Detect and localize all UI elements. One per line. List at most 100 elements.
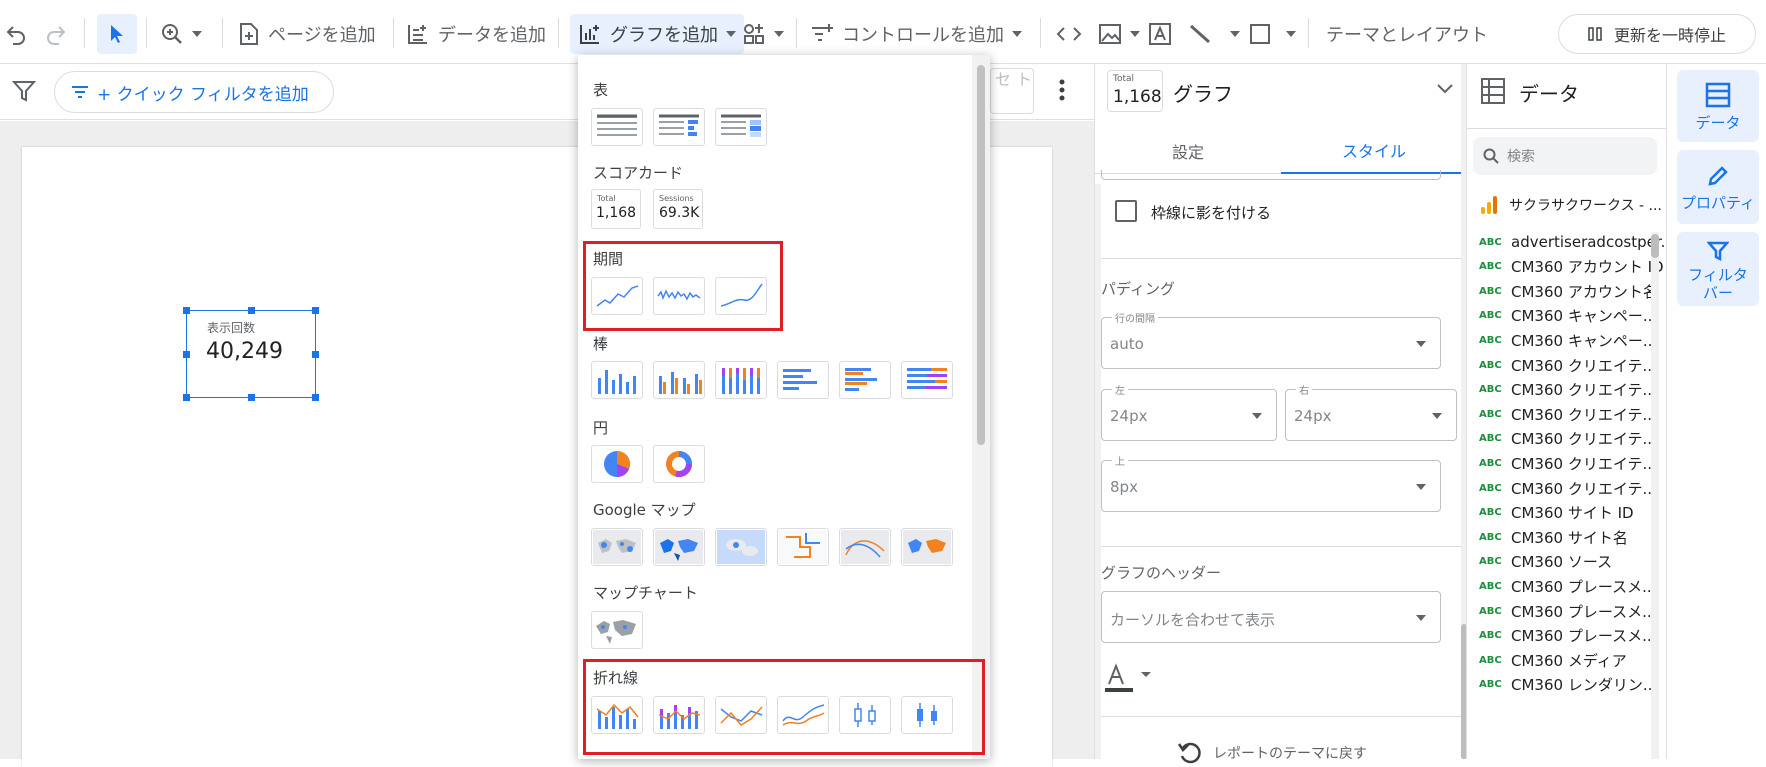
chart-option-donut[interactable] (653, 445, 705, 483)
field-search-input[interactable]: 検索 (1473, 137, 1657, 175)
chart-option-bubble-map[interactable] (591, 528, 643, 566)
chart-option-ohlc[interactable] (901, 696, 953, 734)
add-page-button[interactable]: ページを追加 (238, 14, 376, 54)
resize-handle[interactable] (312, 351, 319, 358)
pause-update-button[interactable]: 更新を一時停止 (1558, 14, 1756, 54)
field-item[interactable]: ABC CM360 レンダリン... (1479, 673, 1657, 697)
chart-option-geo-chart[interactable] (591, 611, 643, 649)
theme-layout-button[interactable]: テーマとレイアウト (1326, 14, 1488, 54)
resize-handle[interactable] (312, 307, 319, 314)
field-item[interactable]: ABC CM360 サイト名 (1479, 525, 1628, 549)
rail-properties-button[interactable]: プロパティ (1677, 150, 1759, 224)
field-item[interactable]: ABC CM360 キャンペー... (1479, 304, 1657, 328)
field-item[interactable]: ABC CM360 プレースメ... (1479, 599, 1656, 623)
reset-theme-button[interactable]: レポートのテーマに戻す (1177, 742, 1367, 764)
chart-option-candlestick[interactable] (839, 696, 891, 734)
chart-option-pie[interactable] (591, 445, 643, 483)
chart-option-route-map[interactable] (839, 528, 891, 566)
field-item[interactable]: ABC CM360 クリエイテ... (1479, 378, 1657, 402)
chart-option-stacked-bar[interactable] (901, 361, 953, 399)
field-item[interactable]: ABC CM360 クリエイテ... (1479, 353, 1657, 377)
chart-option-geo-map[interactable] (901, 528, 953, 566)
chevron-down-icon[interactable] (1437, 84, 1453, 94)
add-chart-button[interactable]: グラフを追加 (570, 14, 744, 54)
resize-handle[interactable] (183, 351, 190, 358)
chart-option-table[interactable] (591, 108, 643, 146)
reset-button[interactable]: セ ト (990, 68, 1034, 114)
quick-filter-button[interactable]: + クイック フィルタを追加 (54, 71, 334, 113)
undo-button[interactable] (4, 14, 28, 54)
chart-option-table-bars[interactable] (653, 108, 705, 146)
community-viz-button[interactable] (742, 14, 784, 54)
scorecard-chart[interactable]: 表示回数 40,249 (183, 307, 319, 401)
data-source[interactable]: サクラサクワークス - ... (1479, 195, 1662, 215)
chart-header-select[interactable]: カーソルを合わせて表示 (1101, 591, 1441, 643)
properties-scrollbar-track[interactable] (1095, 184, 1101, 759)
menu-scrollbar-thumb[interactable] (977, 65, 985, 445)
tab-style[interactable]: スタイル (1281, 128, 1467, 174)
shadow-checkbox[interactable] (1115, 200, 1137, 222)
tab-setup[interactable]: 設定 (1095, 128, 1281, 174)
chart-option-smooth-time-series[interactable] (715, 277, 767, 315)
resize-handle[interactable] (183, 394, 190, 401)
chart-type-badge[interactable]: Total 1,168 (1107, 70, 1163, 112)
field-item[interactable]: ABC advertiseradcostper... (1479, 230, 1675, 254)
field-item[interactable]: ABC CM360 クリエイテ... (1479, 451, 1657, 475)
chart-option-table-heatmap[interactable] (715, 108, 767, 146)
chart-option-grouped-bar[interactable] (839, 361, 891, 399)
field-item[interactable]: ABC CM360 プレースメ... (1479, 624, 1656, 648)
field-item[interactable]: ABC CM360 サイト ID (1479, 501, 1634, 525)
chart-option-filled-map[interactable] (653, 528, 705, 566)
chart-option-line-map[interactable] (777, 528, 829, 566)
chart-option-heatmap-map[interactable] (715, 528, 767, 566)
field-item[interactable]: ABC CM360 メディア (1479, 648, 1627, 672)
field-item[interactable]: ABC CM360 アカウント名 (1479, 279, 1658, 303)
more-vert-icon[interactable] (1058, 78, 1066, 102)
menu-scrollbar-track[interactable] (972, 55, 990, 759)
field-item[interactable]: ABC CM360 ソース (1479, 550, 1612, 574)
chart-option-grouped-column[interactable] (653, 361, 705, 399)
padding-left-select[interactable]: 左 24px (1101, 382, 1277, 441)
field-item[interactable]: ABC CM360 クリエイテ... (1479, 402, 1657, 426)
chart-option-stacked-column[interactable] (715, 361, 767, 399)
shape-button[interactable] (1248, 14, 1296, 54)
padding-right-select[interactable]: 右 24px (1285, 382, 1457, 441)
field-list-scrollbar-track[interactable] (1651, 232, 1659, 759)
field-item[interactable]: ABC CM360 クリエイテ... (1479, 427, 1657, 451)
chart-option-scorecard[interactable]: Total 1,168 (591, 189, 641, 229)
padding-top-select[interactable]: 上 8px (1101, 453, 1441, 512)
padding-section-title: パディング (1101, 280, 1175, 298)
field-item[interactable]: ABC CM360 クリエイテ... (1479, 476, 1657, 500)
chart-option-sparkline[interactable] (653, 277, 705, 315)
rail-data-button[interactable]: データ (1677, 70, 1759, 142)
field-item[interactable]: ABC CM360 プレースメ... (1479, 574, 1656, 598)
filter-icon[interactable] (12, 80, 36, 102)
line-spacing-select[interactable]: 行の間隔 auto (1101, 310, 1441, 369)
resize-handle[interactable] (312, 394, 319, 401)
embed-url-button[interactable] (1056, 14, 1082, 54)
chart-option-line[interactable] (715, 696, 767, 734)
select-tool-button[interactable] (97, 14, 137, 54)
resize-handle[interactable] (183, 307, 190, 314)
chart-option-scorecard-compact[interactable]: Sessions 69.3K (653, 189, 703, 229)
add-data-button[interactable]: データを追加 (406, 14, 546, 54)
resize-handle[interactable] (248, 307, 255, 314)
redo-button[interactable] (44, 14, 68, 54)
zoom-button[interactable] (160, 14, 202, 54)
text-button[interactable] (1148, 14, 1172, 54)
field-item[interactable]: ABC CM360 キャンペー... (1479, 328, 1657, 352)
chart-option-bar[interactable] (777, 361, 829, 399)
chart-option-time-series[interactable] (591, 277, 643, 315)
field-item[interactable]: ABC CM360 アカウント ID (1479, 255, 1664, 279)
chart-option-stacked-combo[interactable] (653, 696, 705, 734)
field-list-scrollbar-thumb[interactable] (1651, 234, 1659, 258)
font-color-button[interactable] (1103, 662, 1159, 694)
resize-handle[interactable] (248, 394, 255, 401)
chart-option-combo[interactable] (591, 696, 643, 734)
line-button[interactable] (1188, 14, 1240, 54)
rail-filter-bar-button[interactable]: フィルタバー (1677, 232, 1759, 306)
add-control-button[interactable]: コントロールを追加 (810, 14, 1022, 54)
chart-option-column[interactable] (591, 361, 643, 399)
chart-option-smooth-line[interactable] (777, 696, 829, 734)
image-button[interactable] (1098, 14, 1140, 54)
